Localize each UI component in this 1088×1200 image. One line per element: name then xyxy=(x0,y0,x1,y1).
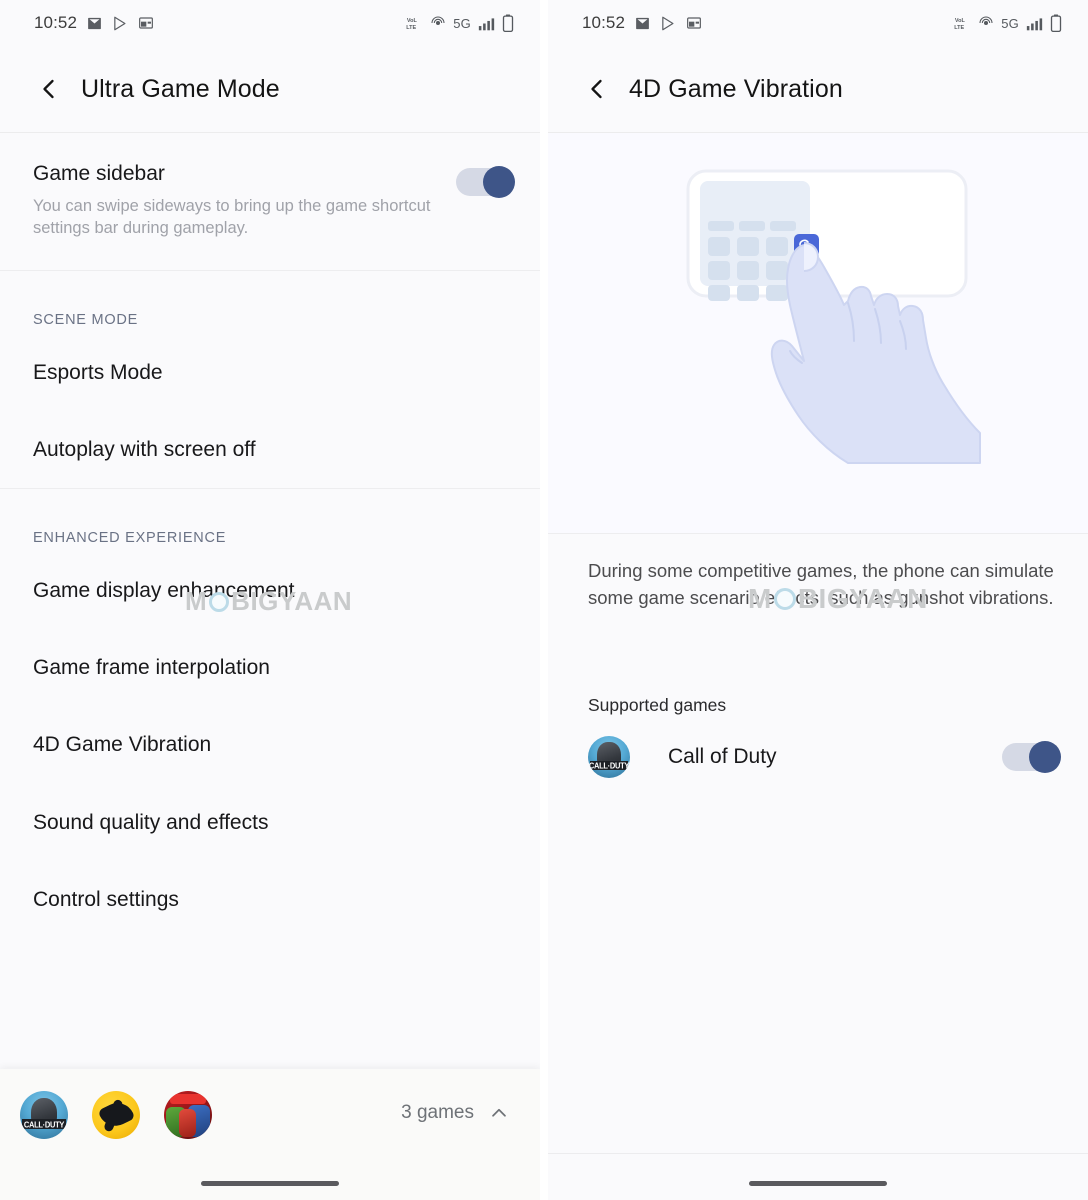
status-bar-right-group: VoL LTE 5G xyxy=(952,14,1062,32)
game-sidebar-title: Game sidebar xyxy=(33,162,165,185)
marvel-char-red xyxy=(179,1109,196,1138)
back-chevron-icon xyxy=(591,79,602,99)
sidebar-item-game-display-enhancement[interactable]: Game display enhancement xyxy=(0,552,540,630)
back-button-left[interactable] xyxy=(33,73,65,105)
cod-badge-text: CALL·DUTY xyxy=(23,1118,65,1130)
page-title-right: 4D Game Vibration xyxy=(629,74,843,103)
game-sidebar-toggle[interactable] xyxy=(456,166,515,198)
status-bar-left-group: 10:52 xyxy=(582,13,702,33)
section-gap-2 xyxy=(0,489,540,501)
list-item-label: Sound quality and effects xyxy=(33,810,269,834)
game-sidebar-text: Game sidebar You can swipe sideways to b… xyxy=(33,162,456,240)
section-header-enhanced-experience: ENHANCED EXPERIENCE xyxy=(0,500,540,553)
status-bar-right-group: VoL LTE 5G xyxy=(404,14,514,32)
sidebar-item-esports-mode[interactable]: Esports Mode xyxy=(0,333,540,411)
call-of-duty-icon: CALL·DUTY xyxy=(588,736,630,779)
list-item-label: Esports Mode xyxy=(33,360,163,384)
hotspot-icon xyxy=(430,15,446,31)
toggle-knob xyxy=(483,166,515,198)
network-type-label: 5G xyxy=(453,15,471,31)
marvel-logo-band xyxy=(169,1093,207,1105)
bottom-divider-right xyxy=(548,1153,1088,1154)
mail-icon xyxy=(634,15,651,32)
supported-games-label: Supported games xyxy=(588,695,727,716)
status-bar-clock: 10:52 xyxy=(34,13,78,32)
call-of-duty-vibration-toggle[interactable] xyxy=(1002,741,1061,774)
play-store-icon xyxy=(660,15,677,32)
illustration-svg xyxy=(548,133,1088,533)
navigation-handle-right[interactable] xyxy=(749,1181,887,1186)
chevron-up-icon xyxy=(492,1108,506,1117)
toggle-knob xyxy=(1029,741,1061,774)
hand-tapping-phone-illustration xyxy=(548,133,1088,533)
cod-badge-text: CALL·DUTY xyxy=(588,760,630,771)
battery-icon xyxy=(1050,14,1062,32)
section-header-scene-mode: SCENE MODE xyxy=(0,281,540,334)
cod-badge: CALL·DUTY xyxy=(21,1118,67,1130)
svg-text:LTE: LTE xyxy=(406,24,416,30)
volte-icon: VoL LTE xyxy=(952,15,971,32)
games-count-label: 3 games xyxy=(401,1102,474,1123)
list-item-label: Game frame interpolation xyxy=(33,656,270,680)
supported-game-name: Call of Duty xyxy=(668,745,777,769)
left-phone-screen: 10:52 VoL LTE 5G Ultra Game Mode Game si… xyxy=(0,0,540,1200)
svg-text:LTE: LTE xyxy=(954,24,964,30)
app-bar-right: 4D Game Vibration xyxy=(548,46,1088,132)
navigation-handle-left[interactable] xyxy=(201,1181,339,1186)
list-item-label: Control settings xyxy=(33,887,179,911)
sidebar-item-game-frame-interpolation[interactable]: Game frame interpolation xyxy=(0,629,540,707)
back-button-right[interactable] xyxy=(581,73,613,105)
signal-bars-icon xyxy=(1026,16,1043,31)
right-phone-screen: 10:52 VoL LTE 5G 4D Game Vibration Durin… xyxy=(548,0,1088,1200)
battery-icon xyxy=(502,14,514,32)
svg-text:VoL: VoL xyxy=(955,18,966,24)
svg-text:VoL: VoL xyxy=(407,18,418,24)
status-bar-clock: 10:52 xyxy=(582,13,626,32)
sidebar-item-control-settings[interactable]: Control settings xyxy=(0,860,540,938)
sidebar-item-autoplay-screen-off[interactable]: Autoplay with screen off xyxy=(0,410,540,489)
page-title-left: Ultra Game Mode xyxy=(81,74,280,103)
screenshot-root: 10:52 VoL LTE 5G Ultra Game Mode Game si… xyxy=(0,0,1088,1200)
volte-icon: VoL LTE xyxy=(404,15,423,32)
play-store-icon xyxy=(112,15,129,32)
section-gap-1 xyxy=(0,270,540,282)
mail-icon xyxy=(86,15,103,32)
call-of-duty-icon[interactable]: CALL·DUTY xyxy=(20,1091,68,1139)
enhanced-experience-section: ENHANCED EXPERIENCE Game display enhance… xyxy=(0,500,540,938)
back-chevron-icon xyxy=(43,79,54,99)
list-item-label: 4D Game Vibration xyxy=(33,733,212,757)
sidebar-item-sound-quality-and-effects[interactable]: Sound quality and effects xyxy=(0,783,540,861)
cod-badge: CALL·DUTY xyxy=(588,760,630,771)
app-bar-left: Ultra Game Mode xyxy=(0,46,540,132)
list-item-label: Game display enhancement xyxy=(33,579,295,603)
marvel-game-icon[interactable] xyxy=(164,1091,212,1139)
game-sidebar-description: You can swipe sideways to bring up the g… xyxy=(33,196,431,237)
supported-game-row-call-of-duty[interactable]: CALL·DUTY Call of Duty xyxy=(548,716,1088,798)
signal-bars-icon xyxy=(478,16,495,31)
sidebar-item-4d-game-vibration[interactable]: 4D Game Vibration xyxy=(0,706,540,784)
yellow-game-icon[interactable] xyxy=(92,1091,140,1139)
scene-mode-section: SCENE MODE Esports Mode Autoplay with sc… xyxy=(0,281,540,489)
status-bar-left: 10:52 VoL LTE 5G xyxy=(0,0,540,46)
hotspot-icon xyxy=(978,15,994,31)
game-sidebar-row[interactable]: Game sidebar You can swipe sideways to b… xyxy=(0,133,540,270)
widget-icon xyxy=(138,15,154,31)
list-item-label: Autoplay with screen off xyxy=(33,437,256,461)
feature-description: During some competitive games, the phone… xyxy=(588,560,1054,608)
network-type-label: 5G xyxy=(1001,15,1019,31)
games-count-button[interactable]: 3 games xyxy=(401,1102,510,1124)
status-bar-right: 10:52 VoL LTE 5G xyxy=(548,0,1088,46)
widget-icon xyxy=(686,15,702,31)
games-icon-list: CALL·DUTY xyxy=(20,1091,212,1139)
status-bar-left-group: 10:52 xyxy=(34,13,154,33)
